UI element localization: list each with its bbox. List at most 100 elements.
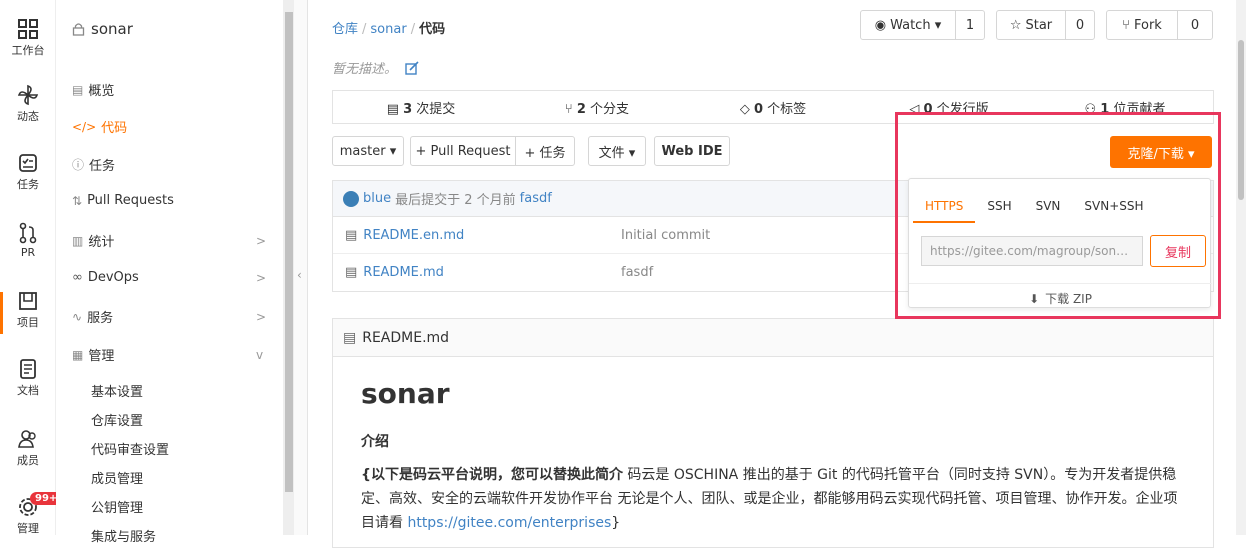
sidebar-item-label: 统计 — [88, 235, 115, 250]
star-button[interactable]: ☆ Star — [996, 10, 1066, 40]
repo-title[interactable]: sonar — [72, 20, 133, 38]
pull-request-icon — [19, 222, 37, 244]
tab-svn-ssh[interactable]: SVN+SSH — [1072, 191, 1155, 223]
stat-label: 位贡献者 — [1113, 101, 1166, 117]
new-pull-request-button[interactable]: + Pull Request — [410, 136, 516, 166]
commit-author[interactable]: blue — [363, 191, 391, 206]
sidebar-item-stats[interactable]: ▥ 统计 > — [72, 231, 282, 251]
sidebar-item-pull-requests[interactable]: ⇅ Pull Requests — [72, 193, 174, 208]
stat-commits[interactable]: ▤ 3 次提交 — [333, 98, 509, 117]
star-count[interactable]: 0 — [1065, 10, 1095, 40]
sidebar-subitem-review-settings[interactable]: 代码审查设置 — [91, 439, 169, 458]
sidebar-subitem-integrations[interactable]: 集成与服务 — [91, 526, 156, 545]
pulse-icon: ∿ — [72, 309, 83, 324]
rail-tasks[interactable]: 任务 — [0, 152, 56, 192]
sidebar-item-admin[interactable]: ▦ 管理 v — [72, 345, 282, 365]
main-content: 仓库 / sonar / 代码 ◉ Watch ▾ 1 ☆ Star 0 ⑂ Fork 0 暂… — [308, 0, 1238, 548]
stat-releases[interactable]: ◁ 0 个发行版 — [861, 98, 1037, 117]
stat-branches[interactable]: ⑂ 2 个分支 — [509, 98, 685, 117]
commit-message[interactable]: fasdf — [520, 191, 552, 206]
project-sidebar: sonar ▤ 概览 </> 代码 ⓘ 任务 ⇅ Pull Requests ▥… — [56, 0, 284, 545]
branch-icon: ⑂ — [564, 101, 577, 117]
web-ide-button[interactable]: Web IDE — [654, 136, 730, 166]
clone-url-field[interactable]: https://gitee.com/magroup/sonar.git — [921, 236, 1143, 266]
sidebar-item-label: Pull Requests — [87, 193, 174, 208]
sidebar-item-devops[interactable]: ∞ DevOps > — [72, 270, 282, 285]
watch-count[interactable]: 1 — [955, 10, 985, 40]
clone-popup: HTTPS SSH SVN SVN+SSH https://gitee.com/… — [908, 178, 1212, 308]
sidebar-subitem-keys[interactable]: 公钥管理 — [91, 497, 143, 516]
code-icon: </> — [72, 119, 97, 134]
rail-pr[interactable]: PR — [0, 222, 56, 259]
stat-label: 次提交 — [416, 101, 456, 117]
edit-icon[interactable] — [405, 60, 419, 75]
star-icon: ☆ — [1009, 17, 1022, 33]
sidebar-subitem-repo-settings[interactable]: 仓库设置 — [91, 410, 143, 429]
grid-icon — [18, 19, 38, 39]
readme-header: ▤ README.md — [333, 319, 1213, 357]
enterprise-link[interactable]: https://gitee.com/enterprises — [407, 515, 611, 531]
clone-download-button[interactable]: 克隆/下载 ▾ — [1110, 136, 1212, 168]
fork-count[interactable]: 0 — [1177, 10, 1213, 40]
file-commit-message[interactable]: fasdf — [621, 265, 653, 280]
rail-activity[interactable]: 动态 — [0, 84, 56, 124]
tab-https[interactable]: HTTPS — [913, 191, 976, 223]
branch-select[interactable]: master ▾ — [332, 136, 404, 166]
file-menu-button[interactable]: 文件 ▾ — [588, 136, 646, 166]
page-scrollbar[interactable] — [1236, 0, 1246, 535]
download-zip-link[interactable]: ⬇ 下载 ZIP — [909, 283, 1212, 307]
release-icon: ◁ — [909, 101, 924, 117]
readme-intro: {以下是码云平台说明，您可以替换此简介 码云是 OSCHINA 推出的基于 Gi… — [361, 463, 1191, 535]
sidebar-collapse-handle[interactable]: ‹ — [294, 0, 308, 535]
pull-request-icon: ⇅ — [72, 193, 83, 208]
tab-svn[interactable]: SVN — [1024, 191, 1073, 223]
fork-label: Fork — [1133, 17, 1162, 33]
tag-icon: ◇ — [739, 101, 754, 117]
scrollbar-thumb[interactable] — [285, 12, 293, 492]
scrollbar-thumb[interactable] — [1238, 40, 1244, 200]
stat-contributors[interactable]: ⚇ 1 位贡献者 — [1037, 98, 1213, 117]
file-commit-message[interactable]: Initial commit — [621, 228, 710, 243]
commit-icon: ▤ — [386, 101, 404, 117]
rail-members[interactable]: 成员 — [0, 428, 56, 468]
overview-icon: ▤ — [72, 82, 84, 97]
stat-tags[interactable]: ◇ 0 个标签 — [685, 98, 861, 117]
rail-label: 管理 — [17, 522, 39, 535]
watch-button[interactable]: ◉ Watch ▾ — [860, 10, 956, 40]
sidebar-subitem-members[interactable]: 成员管理 — [91, 468, 143, 487]
rail-label: 文档 — [17, 384, 39, 397]
star-label: Star — [1025, 17, 1053, 33]
avatar[interactable] — [343, 190, 359, 207]
rail-workbench[interactable]: 工作台 — [0, 18, 56, 58]
new-task-button[interactable]: + 任务 — [515, 136, 575, 166]
breadcrumb-repo[interactable]: sonar — [370, 22, 406, 37]
rail-projects[interactable]: 项目 — [0, 290, 56, 330]
sidebar-item-services[interactable]: ∿ 服务 > — [72, 307, 282, 327]
stat-number: 0 — [923, 101, 933, 117]
stat-number: 1 — [1100, 101, 1110, 117]
rail-admin[interactable]: 99+ 管理 — [0, 492, 63, 536]
file-name[interactable]: README.en.md — [363, 228, 464, 243]
stat-label: 个发行版 — [936, 101, 989, 117]
copy-button[interactable]: 复制 — [1150, 235, 1206, 267]
breadcrumb-root[interactable]: 仓库 — [332, 22, 358, 37]
sidebar-scrollbar[interactable] — [284, 0, 294, 535]
sidebar-subitem-basic-settings[interactable]: 基本设置 — [91, 381, 143, 400]
rail-label: 任务 — [17, 178, 39, 191]
issue-icon: ⓘ — [72, 158, 85, 172]
pinwheel-icon — [17, 84, 39, 106]
sidebar-item-label: 代码 — [101, 121, 128, 136]
sidebar-item-code[interactable]: </> 代码 — [72, 117, 128, 137]
icon-rail: 工作台 动态 任务 PR 项目 文档 成员 99+ 管理 — [0, 0, 63, 536]
file-name[interactable]: README.md — [363, 265, 444, 280]
sidebar-item-overview[interactable]: ▤ 概览 — [72, 80, 114, 100]
rail-docs[interactable]: 文档 — [0, 358, 56, 398]
fork-button[interactable]: ⑂ Fork — [1106, 10, 1178, 40]
breadcrumb-current: 代码 — [419, 22, 446, 37]
rail-label: 工作台 — [11, 44, 45, 57]
sidebar-item-issues[interactable]: ⓘ 任务 — [72, 155, 115, 174]
tab-ssh[interactable]: SSH — [975, 191, 1023, 223]
readme-title: sonar — [361, 377, 450, 410]
fork-icon: ⑂ — [1122, 17, 1130, 33]
repo-stats-bar: ▤ 3 次提交 ⑂ 2 个分支 ◇ 0 个标签 ◁ 0 个发行版 ⚇ 1 位贡献… — [332, 90, 1214, 124]
